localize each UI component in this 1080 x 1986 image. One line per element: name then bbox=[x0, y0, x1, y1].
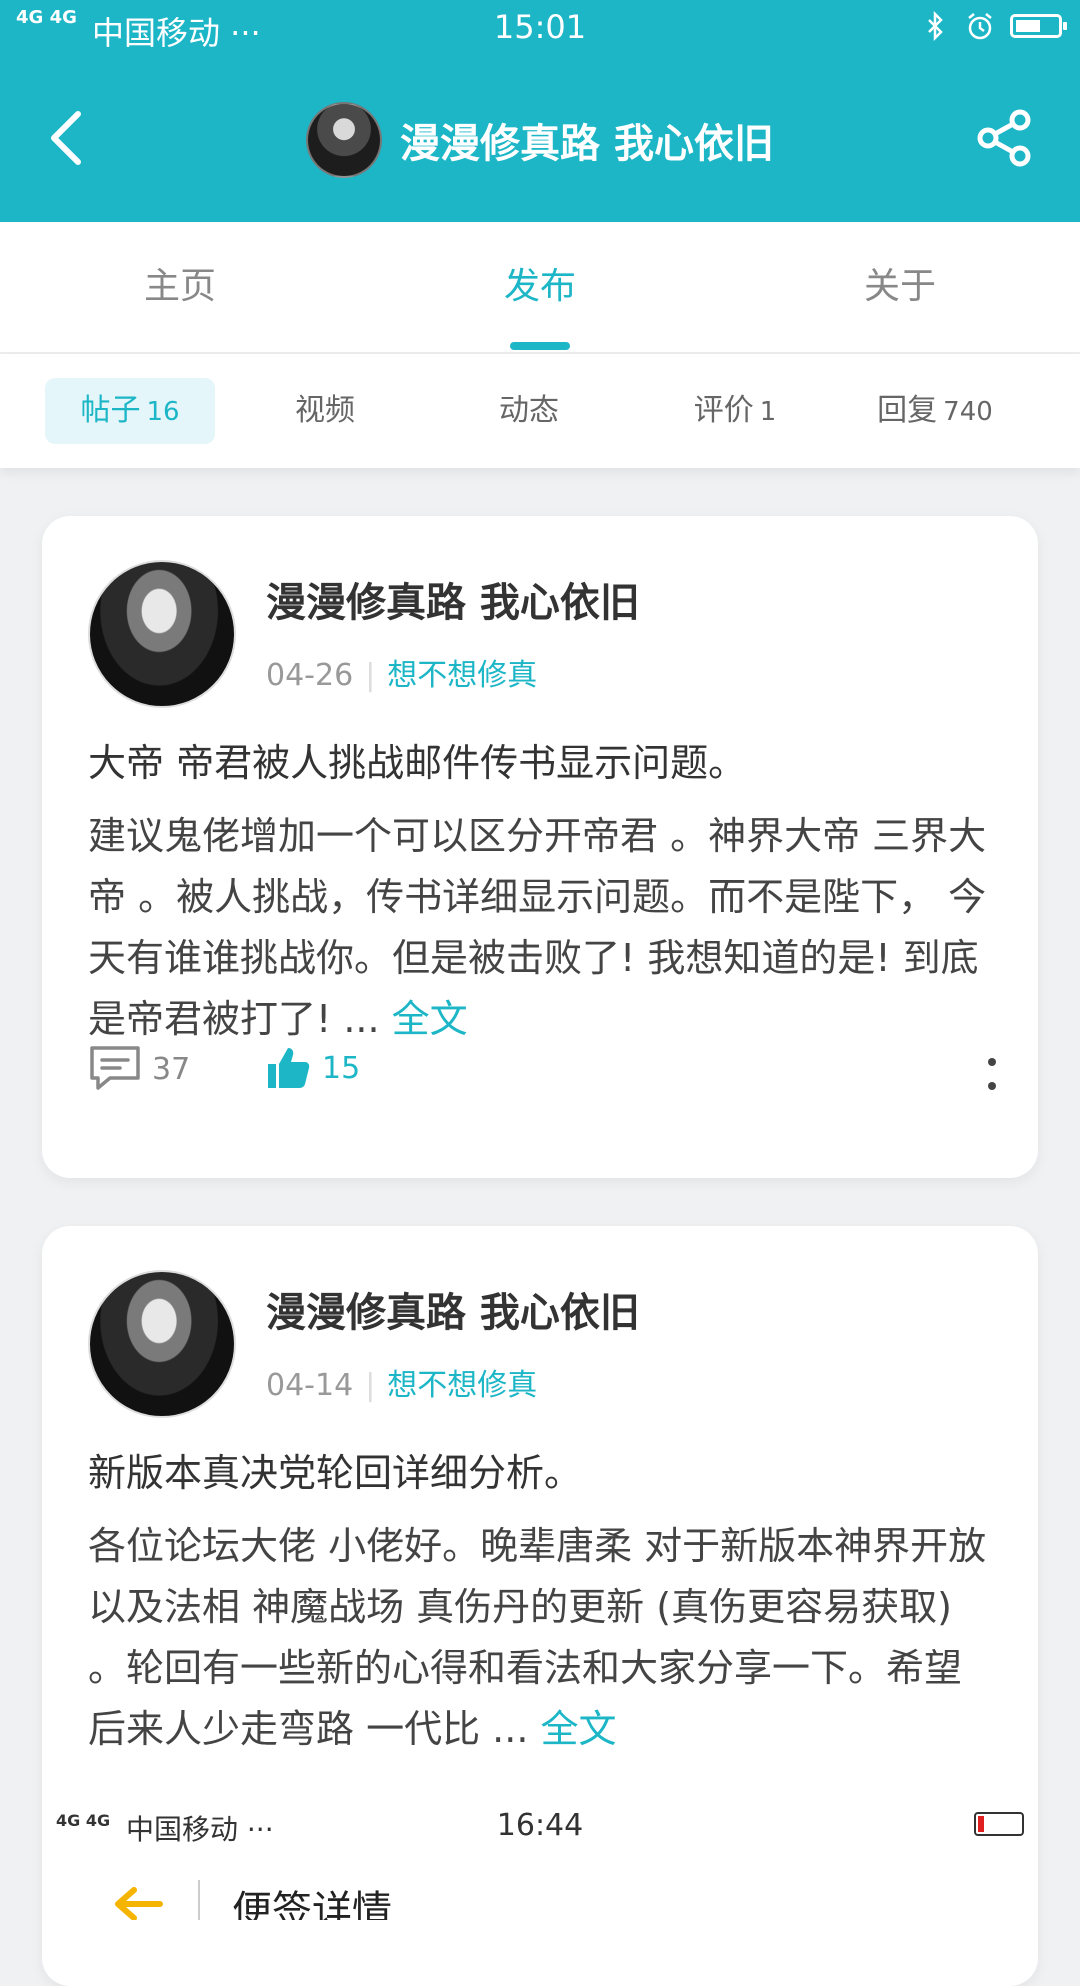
post-date: 04-26 bbox=[266, 658, 354, 693]
subtab-reviews[interactable]: 评价 1 bbox=[650, 378, 820, 444]
author-name[interactable]: 漫漫修真路 我心依旧 bbox=[266, 570, 640, 628]
post-image-preview[interactable]: 4G 4G 中国移动 ··· 16:44 便签详情 bbox=[42, 1796, 1038, 1920]
page-title: 漫漫修真路 我心依旧 bbox=[400, 121, 774, 167]
comment-icon bbox=[90, 1046, 140, 1090]
tab-about[interactable]: 关于 bbox=[720, 222, 1080, 352]
author-avatar[interactable] bbox=[88, 1270, 236, 1418]
forum-link[interactable]: 想不想修真 bbox=[387, 1368, 537, 1403]
embed-back-arrow-icon bbox=[115, 1887, 163, 1920]
status-bar: 4G 4G 中国移动 ··· 15:01 bbox=[0, 0, 1080, 56]
embed-divider bbox=[198, 1880, 200, 1920]
post-excerpt: 各位论坛大佬 小佬好。晚辈唐柔 对于新版本神界开放 以及法相 神魔战场 真伤丹的… bbox=[88, 1524, 987, 1751]
main-tabs: 主页 发布 关于 bbox=[0, 222, 1080, 354]
post-actions: 37 15 bbox=[88, 1044, 998, 1104]
subtab-label: 动态 bbox=[499, 393, 559, 428]
share-icon[interactable] bbox=[974, 108, 1034, 168]
bluetooth-icon bbox=[928, 11, 943, 41]
author-name[interactable]: 漫漫修真路 我心依旧 bbox=[266, 1280, 640, 1338]
post-excerpt: 建议鬼佬增加一个可以区分开帝君 。神界大帝 三界大帝 。被人挑战，传书详细显示问… bbox=[88, 814, 987, 1041]
tab-label: 发布 bbox=[503, 266, 576, 307]
subtab-label: 帖子 bbox=[80, 393, 141, 428]
tab-label: 主页 bbox=[143, 266, 216, 307]
active-tab-indicator bbox=[510, 342, 570, 350]
status-icons bbox=[920, 10, 1067, 42]
subtab-label: 评价 bbox=[693, 393, 754, 428]
subtab-label: 回复 bbox=[877, 393, 938, 428]
like-count: 15 bbox=[322, 1050, 361, 1086]
comment-button[interactable]: 37 bbox=[88, 1044, 190, 1094]
meta-divider: | bbox=[365, 1368, 376, 1403]
subtab-count: 1 bbox=[759, 397, 777, 427]
subtab-replies[interactable]: 回复 740 bbox=[850, 378, 1020, 444]
subtab-count: 740 bbox=[943, 397, 993, 427]
tab-label: 关于 bbox=[863, 266, 936, 307]
like-button[interactable]: 15 bbox=[264, 1044, 360, 1092]
subtab-videos[interactable]: 视频 bbox=[240, 378, 410, 444]
tab-home[interactable]: 主页 bbox=[0, 222, 360, 352]
post-body[interactable]: 建议鬼佬增加一个可以区分开帝君 。神界大帝 三界大帝 。被人挑战，传书详细显示问… bbox=[88, 806, 998, 1050]
author-avatar[interactable] bbox=[88, 560, 236, 708]
meta-divider: | bbox=[365, 658, 376, 693]
post-meta: 04-14 | 想不想修真 bbox=[266, 1360, 537, 1404]
post-meta: 04-26 | 想不想修真 bbox=[266, 650, 537, 694]
more-options-icon[interactable] bbox=[986, 1054, 998, 1094]
subtab-count: 16 bbox=[146, 397, 180, 427]
comment-count: 37 bbox=[152, 1051, 191, 1087]
app-header: 漫漫修真路 我心依旧 bbox=[0, 56, 1080, 222]
embed-time: 16:44 bbox=[496, 1808, 584, 1843]
header-title-group: 漫漫修真路 我心依旧 bbox=[0, 102, 1080, 178]
subtab-label: 视频 bbox=[295, 393, 355, 428]
post-card[interactable]: 漫漫修真路 我心依旧 04-26 | 想不想修真 大帝 帝君被人挑战邮件传书显示问题… bbox=[42, 516, 1038, 1178]
embed-title: 便签详情 bbox=[232, 1888, 392, 1920]
status-time: 15:01 bbox=[493, 8, 587, 46]
read-more-link[interactable]: 全文 bbox=[392, 997, 468, 1041]
alarm-icon bbox=[968, 13, 992, 40]
battery-icon bbox=[1010, 14, 1067, 38]
subtab-posts[interactable]: 帖子 16 bbox=[45, 378, 215, 444]
forum-link[interactable]: 想不想修真 bbox=[387, 658, 537, 693]
tab-publish[interactable]: 发布 bbox=[360, 222, 720, 352]
header-avatar[interactable] bbox=[306, 102, 383, 178]
thumbs-up-icon bbox=[268, 1048, 310, 1088]
post-date: 04-14 bbox=[266, 1368, 354, 1403]
embed-battery-icon bbox=[974, 1812, 1024, 1836]
post-title[interactable]: 大帝 帝君被人挑战邮件传书显示问题。 bbox=[88, 732, 746, 787]
post-title[interactable]: 新版本真决党轮回详细分析。 bbox=[88, 1442, 582, 1497]
read-more-link[interactable]: 全文 bbox=[541, 1707, 617, 1751]
subtab-activity[interactable]: 动态 bbox=[444, 378, 614, 444]
post-body[interactable]: 各位论坛大佬 小佬好。晚辈唐柔 对于新版本神界开放 以及法相 神魔战场 真伤丹的… bbox=[88, 1516, 998, 1760]
sub-tabs: 帖子 16 视频 动态 评价 1 回复 740 bbox=[0, 354, 1080, 468]
